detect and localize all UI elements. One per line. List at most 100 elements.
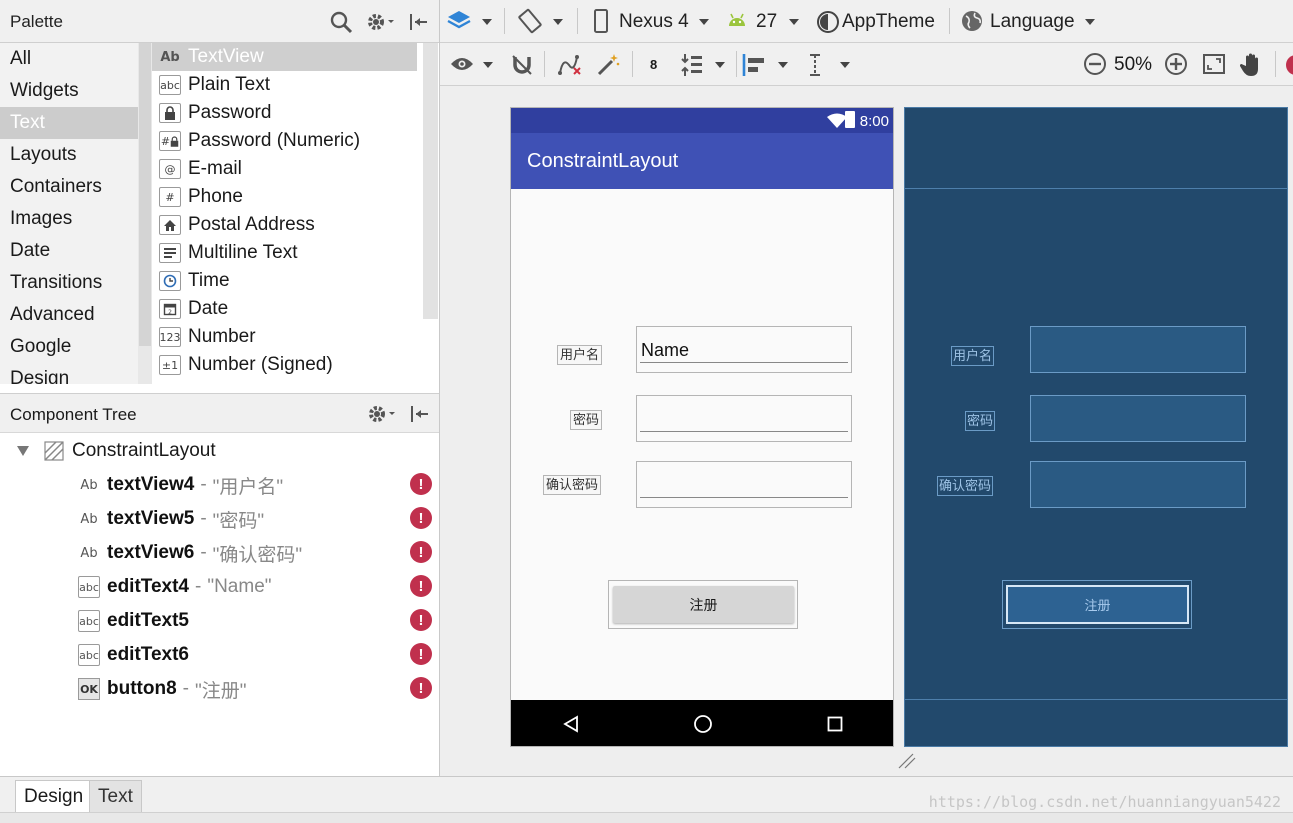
chevron-down-icon[interactable]	[778, 62, 788, 68]
gear-icon[interactable]	[365, 11, 395, 33]
palette-item-number-signed[interactable]: ±1 Number (Signed)	[152, 351, 417, 379]
tree-row[interactable]: abc editText4 - "Name"	[78, 572, 272, 602]
palette-item-date[interactable]: 2 Date	[152, 295, 417, 323]
confirm-password-label[interactable]: 确认密码	[543, 475, 602, 495]
blueprint-username-field[interactable]	[1030, 326, 1246, 373]
tree-row[interactable]: OK button8 - "注册"	[78, 674, 246, 704]
palette-item-password[interactable]: Password	[152, 99, 417, 127]
chevron-down-icon[interactable]	[699, 19, 709, 25]
tree-row[interactable]: Ab textView6 - "确认密码"	[78, 538, 302, 568]
category-all[interactable]: All	[0, 43, 138, 75]
device-icon[interactable]	[594, 9, 608, 33]
error-icon[interactable]: !	[410, 575, 432, 597]
chevron-down-icon[interactable]	[483, 62, 493, 68]
pack-icon[interactable]	[680, 52, 704, 78]
blueprint-password-field[interactable]	[1030, 395, 1246, 442]
zoom-out-icon[interactable]	[1083, 52, 1107, 76]
category-transitions[interactable]: Transitions	[0, 267, 138, 299]
category-images[interactable]: Images	[0, 203, 138, 235]
gear-icon[interactable]	[366, 403, 396, 425]
error-icon[interactable]: !	[410, 507, 432, 529]
palette-item-postal-address[interactable]: Postal Address	[152, 211, 417, 239]
blueprint-preview[interactable]: 用户名 密码 确认密码 注册	[904, 107, 1288, 747]
category-date[interactable]: Date	[0, 235, 138, 267]
error-icon[interactable]: !	[410, 609, 432, 631]
guidelines-icon[interactable]	[808, 53, 822, 77]
collapse-panel-icon[interactable]	[408, 403, 430, 425]
chevron-down-icon[interactable]	[715, 62, 725, 68]
layers-icon[interactable]	[446, 9, 472, 33]
palette-item-password-numeric[interactable]: # Password (Numeric)	[152, 127, 417, 155]
blueprint-username-label[interactable]: 用户名	[951, 346, 995, 366]
items-scrollbar[interactable]	[423, 43, 438, 319]
confirm-password-field[interactable]	[636, 461, 852, 508]
theme-icon[interactable]	[816, 10, 840, 34]
chevron-down-icon[interactable]	[840, 62, 850, 68]
api-level-selector[interactable]: 27	[756, 11, 777, 33]
blueprint-password-label[interactable]: 密码	[965, 411, 996, 431]
category-design[interactable]: Design	[0, 363, 138, 384]
tree-row[interactable]: abc editText6	[78, 640, 189, 670]
tree-row[interactable]: abc editText5	[78, 606, 189, 636]
chevron-down-icon[interactable]	[1085, 19, 1095, 25]
error-indicator-icon[interactable]	[1286, 55, 1293, 75]
tree-row-root[interactable]: ConstraintLayout	[16, 436, 216, 466]
password-field[interactable]	[636, 395, 852, 442]
error-icon[interactable]: !	[410, 677, 432, 699]
android-icon[interactable]	[727, 12, 747, 28]
search-icon[interactable]	[329, 10, 353, 34]
blueprint-confirm-field[interactable]	[1030, 461, 1246, 508]
language-selector[interactable]: Language	[990, 11, 1075, 33]
blueprint-register-button[interactable]: 注册	[1006, 585, 1189, 624]
magic-wand-icon[interactable]	[595, 52, 621, 78]
password-label[interactable]: 密码	[570, 410, 603, 430]
palette-item-time[interactable]: Time	[152, 267, 417, 295]
home-circle-icon[interactable]	[693, 714, 713, 734]
category-text[interactable]: Text	[0, 107, 138, 139]
username-field[interactable]: Name	[636, 326, 852, 373]
theme-selector[interactable]: AppTheme	[842, 11, 935, 33]
category-advanced[interactable]: Advanced	[0, 299, 138, 331]
blueprint-confirm-label[interactable]: 确认密码	[937, 476, 994, 496]
collapse-panel-icon[interactable]	[407, 11, 429, 33]
tree-row[interactable]: Ab textView4 - "用户名"	[78, 470, 283, 500]
pan-hand-icon[interactable]	[1240, 52, 1264, 78]
error-icon[interactable]: !	[410, 473, 432, 495]
globe-icon[interactable]	[961, 10, 983, 32]
tab-design[interactable]: Design	[15, 780, 93, 813]
chevron-down-icon[interactable]	[553, 19, 563, 25]
device-selector[interactable]: Nexus 4	[619, 11, 689, 33]
palette-item-email[interactable]: @ E-mail	[152, 155, 417, 183]
tree-row[interactable]: Ab textView5 - "密码"	[78, 504, 264, 534]
error-icon[interactable]: !	[410, 643, 432, 665]
resize-handle-icon[interactable]	[897, 752, 917, 770]
tab-text[interactable]: Text	[89, 780, 142, 813]
autoconnect-off-icon[interactable]	[510, 53, 534, 77]
back-icon[interactable]	[563, 715, 579, 733]
expand-triangle-icon[interactable]	[16, 445, 30, 457]
recents-icon[interactable]	[827, 716, 843, 732]
categories-scrollbar-thumb[interactable]	[139, 43, 151, 346]
chevron-down-icon[interactable]	[789, 19, 799, 25]
design-preview[interactable]: 8:00 ConstraintLayout 用户名 Name 密码 确认密码 注…	[510, 107, 894, 747]
register-button[interactable]: 注册	[613, 586, 794, 623]
zoom-to-fit-icon[interactable]	[1202, 53, 1226, 75]
zoom-in-icon[interactable]	[1164, 52, 1188, 76]
category-google[interactable]: Google	[0, 331, 138, 363]
clear-constraints-icon[interactable]	[557, 53, 583, 77]
eye-icon[interactable]	[450, 56, 474, 72]
palette-item-number[interactable]: 123 Number	[152, 323, 417, 351]
chevron-down-icon[interactable]	[482, 19, 492, 25]
palette-item-plain-text[interactable]: abc Plain Text	[152, 71, 417, 99]
palette-item-multiline-text[interactable]: Multiline Text	[152, 239, 417, 267]
orientation-icon[interactable]	[517, 8, 543, 34]
username-label[interactable]: 用户名	[557, 345, 603, 365]
align-icon[interactable]	[742, 53, 768, 77]
category-containers[interactable]: Containers	[0, 171, 138, 203]
category-widgets[interactable]: Widgets	[0, 75, 138, 107]
palette-item-phone[interactable]: # Phone	[152, 183, 417, 211]
category-layouts[interactable]: Layouts	[0, 139, 138, 171]
default-margin[interactable]: 8	[650, 57, 657, 72]
palette-item-textview[interactable]: Ab TextView	[152, 43, 417, 71]
error-icon[interactable]: !	[410, 541, 432, 563]
